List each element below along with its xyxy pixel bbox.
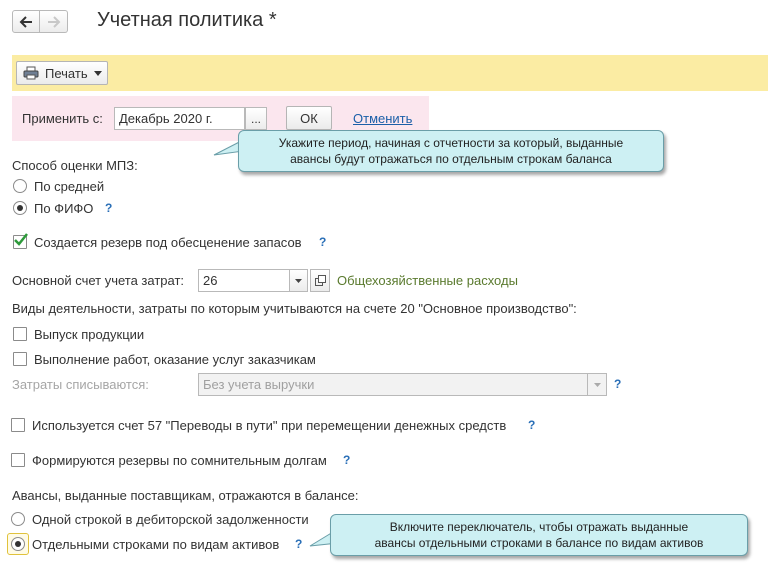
reserve-label[interactable]: Создается резерв под обесценение запасов [34,235,302,250]
printer-icon [23,66,39,80]
back-button[interactable] [12,10,40,33]
activities-label: Виды деятельности, затраты по которым уч… [12,301,577,316]
advances-single-label[interactable]: Одной строкой в дебиторской задолженност… [32,512,309,527]
account57-label[interactable]: Используется счет 57 "Переводы в пути" п… [32,418,506,433]
help-icon[interactable]: ? [105,201,112,215]
account57-checkbox[interactable] [11,418,25,432]
account-open-button[interactable] [310,269,330,292]
services-label[interactable]: Выполнение работ, оказание услуг заказчи… [34,352,316,367]
writeoff-input[interactable]: Без учета выручки [198,373,588,396]
ok-button[interactable]: ОК [286,106,332,130]
page-title: Учетная политика * [97,9,277,31]
period-select-button[interactable]: ... [245,107,267,130]
tooltip-switch: Включите переключатель, чтобы отражать в… [330,514,748,556]
cancel-link[interactable]: Отменить [353,111,412,126]
help-icon[interactable]: ? [319,235,326,249]
help-icon[interactable]: ? [295,537,302,551]
open-icon [314,275,326,286]
tooltip-period-line1: Укажите период, начиная с отчетности за … [278,136,624,150]
doubtful-checkbox[interactable] [11,453,25,467]
command-bar: Печать [12,55,768,91]
tooltip-period: Укажите период, начиная с отчетности за … [238,130,664,172]
help-icon[interactable]: ? [614,377,621,391]
forward-arrow-icon [47,15,60,28]
help-icon[interactable]: ? [343,453,350,467]
services-checkbox[interactable] [13,352,27,366]
account-dropdown-button[interactable] [289,269,308,292]
print-label: Печать [45,65,88,81]
writeoff-dropdown-button[interactable] [587,373,607,396]
account-input[interactable]: 26 [198,269,290,292]
advances-single-radio[interactable] [11,512,25,526]
forward-button[interactable] [40,10,68,33]
dropdown-arrow-icon [593,382,601,387]
tooltip-switch-line1: Включите переключатель, чтобы отражать в… [389,520,689,534]
help-icon[interactable]: ? [528,418,535,432]
chevron-down-icon [93,70,102,76]
tooltip-switch-line2: авансы отдельными строками в балансе по … [374,536,704,550]
writeoff-label: Затраты списываются: [12,377,149,392]
mpz-average-radio[interactable] [13,179,27,193]
period-input[interactable]: Декабрь 2020 г. [114,107,245,130]
mpz-fifo-radio[interactable] [13,201,27,215]
mpz-label: Способ оценки МПЗ: [12,158,138,173]
doubtful-label[interactable]: Формируются резервы по сомнительным долг… [32,453,327,468]
production-checkbox[interactable] [13,327,27,341]
print-button[interactable]: Печать [16,61,108,85]
account-description: Общехозяйственные расходы [337,273,518,288]
account-label: Основной счет учета затрат: [12,273,185,288]
period-label: Применить с: [22,111,103,126]
advances-separate-label[interactable]: Отдельными строками по видам активов [32,537,279,552]
reserve-checkbox[interactable] [13,233,28,249]
mpz-average-label[interactable]: По средней [34,179,104,194]
advances-label: Авансы, выданные поставщикам, отражаются… [12,488,359,503]
production-label[interactable]: Выпуск продукции [34,327,144,342]
dropdown-arrow-icon [295,278,302,283]
tooltip-period-line2: авансы будут отражаться по отдельным стр… [290,152,612,166]
advances-separate-radio[interactable] [11,537,25,551]
checkmark-icon [14,233,28,246]
mpz-fifo-label[interactable]: По ФИФО [34,201,93,216]
back-arrow-icon [19,15,32,28]
